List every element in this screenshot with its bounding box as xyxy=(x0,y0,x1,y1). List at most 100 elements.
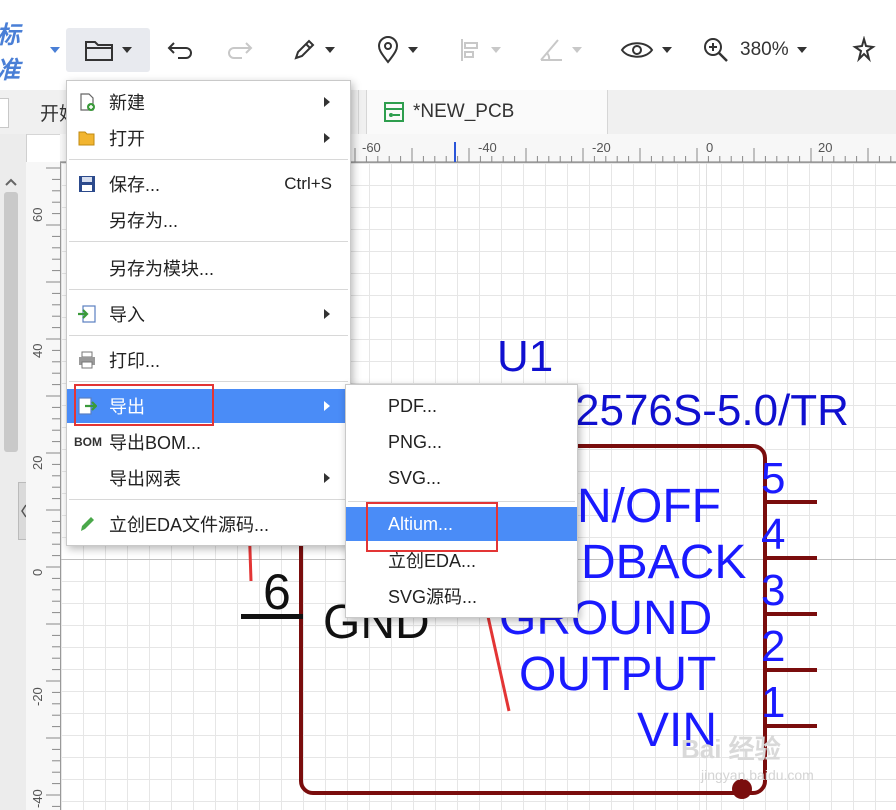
hruler-tick: -40 xyxy=(478,140,497,155)
align-button[interactable] xyxy=(452,28,508,72)
menu-item-label: 保存... xyxy=(109,175,161,195)
menu-separator xyxy=(69,381,348,382)
chevron-down-icon xyxy=(122,47,132,53)
annotation-highlight-altium xyxy=(366,502,498,552)
menu-separator xyxy=(69,159,348,160)
new-file-icon xyxy=(80,93,95,111)
menu-item-new[interactable]: 新建 xyxy=(67,85,350,119)
folder-icon xyxy=(85,41,113,61)
open-folder-icon xyxy=(78,131,95,146)
hruler-tick: 20 xyxy=(818,140,833,155)
menu-item-label: 打开 xyxy=(109,129,145,149)
export-submenu: PDF... PNG... SVG... Altium... 立创EDA... … xyxy=(345,384,578,618)
menu-item-save[interactable]: 保存... Ctrl+S xyxy=(67,167,350,201)
menu-item-label: PNG... xyxy=(388,431,443,452)
submenu-item-svg-source[interactable]: SVG源码... xyxy=(346,579,577,613)
vruler-tick: -40 xyxy=(30,789,45,808)
view-button[interactable] xyxy=(614,28,678,72)
title-partial: 标准 xyxy=(0,22,60,84)
vruler-tick: -20 xyxy=(30,687,45,706)
left-panel-strip xyxy=(0,134,30,810)
menu-item-label: 打印... xyxy=(109,351,161,371)
measure-button[interactable] xyxy=(532,28,588,72)
hruler-tick: 0 xyxy=(706,140,714,155)
vruler-tick: 20 xyxy=(30,455,45,470)
eye-icon xyxy=(620,42,654,58)
pencil-icon xyxy=(294,39,315,60)
menu-item-label: PDF... xyxy=(388,395,438,416)
scroll-up-icon[interactable] xyxy=(4,174,18,186)
location-pin-icon xyxy=(377,36,399,64)
align-left-icon xyxy=(461,39,478,61)
chevron-down-icon xyxy=(796,47,807,53)
pencil-icon xyxy=(81,517,94,531)
magic-wand-icon xyxy=(852,36,876,63)
hruler-tick: -60 xyxy=(362,140,381,155)
menu-item-open[interactable]: 打开 xyxy=(67,121,350,155)
ruler-ticks xyxy=(46,167,60,807)
vertical-scrollbar[interactable] xyxy=(4,192,18,452)
toolbar: 标准 380% xyxy=(0,0,896,91)
zoom-in-icon xyxy=(704,38,728,62)
menu-item-label: 立创EDA文件源码... xyxy=(109,515,270,535)
hruler-tick: -20 xyxy=(592,140,611,155)
tab-new-pcb[interactable]: *NEW_PCB xyxy=(366,90,608,134)
import-icon xyxy=(78,305,96,323)
submenu-arrow-icon xyxy=(324,401,330,411)
submenu-arrow-icon xyxy=(324,133,330,143)
menu-item-eda-source[interactable]: 立创EDA文件源码... xyxy=(67,507,350,541)
submenu-arrow-icon xyxy=(324,473,330,483)
menu-item-export-bom[interactable]: BOM 导出BOM... xyxy=(67,425,350,459)
menu-separator xyxy=(69,335,348,336)
chevron-down-icon xyxy=(50,47,60,53)
menu-item-label: 导入 xyxy=(109,305,145,325)
undo-icon xyxy=(167,42,192,59)
chevron-down-icon xyxy=(662,47,672,53)
menu-item-save-as-module[interactable]: 另存为模块... xyxy=(67,251,350,285)
submenu-item-png[interactable]: PNG... xyxy=(346,425,577,459)
redo-icon xyxy=(228,42,253,59)
file-menu: 新建 打开 保存... Ctrl+S 另存为... 另存为模块... 导入 打印… xyxy=(66,80,351,546)
chevron-down-icon xyxy=(572,47,582,53)
menu-separator xyxy=(69,241,348,242)
tab-scroll-left[interactable] xyxy=(0,98,9,128)
chevron-down-icon xyxy=(325,47,335,53)
redo-button[interactable] xyxy=(220,28,260,72)
bom-icon: BOM xyxy=(74,435,102,449)
menu-separator xyxy=(69,499,348,500)
submenu-item-svg[interactable]: SVG... xyxy=(346,461,577,495)
printer-icon xyxy=(79,351,95,369)
chevron-down-icon xyxy=(491,47,501,53)
menu-item-print[interactable]: 打印... xyxy=(67,343,350,377)
submenu-arrow-icon xyxy=(324,309,330,319)
page-title: 标准 xyxy=(0,15,42,85)
vruler-tick: 40 xyxy=(30,343,45,358)
chevron-down-icon xyxy=(408,47,418,53)
menu-item-label: 导出网表 xyxy=(109,469,181,489)
menu-item-save-as[interactable]: 另存为... xyxy=(67,203,350,237)
place-tool-button[interactable] xyxy=(366,28,428,72)
file-menu-button[interactable] xyxy=(66,28,150,72)
undo-button[interactable] xyxy=(160,28,200,72)
pcb-icon xyxy=(384,102,404,122)
angle-icon xyxy=(540,39,562,61)
menu-item-label: 另存为模块... xyxy=(109,259,215,279)
menu-item-label: 新建 xyxy=(109,93,145,113)
tab-label: *NEW_PCB xyxy=(413,101,515,122)
vruler-tick: 60 xyxy=(30,207,45,222)
vertical-ruler: 60 40 20 0 -20 -40 xyxy=(26,162,61,810)
menu-item-label: 另存为... xyxy=(109,211,179,231)
zoom-control[interactable]: 380% xyxy=(702,28,826,72)
menu-item-label: 导出BOM... xyxy=(109,433,202,453)
menu-item-import[interactable]: 导入 xyxy=(67,297,350,331)
menu-item-label: SVG... xyxy=(388,467,442,488)
zoom-level: 380% xyxy=(740,39,789,60)
cleanup-button[interactable] xyxy=(842,28,886,72)
shortcut-label: Ctrl+S xyxy=(284,174,332,193)
annotation-highlight-export xyxy=(74,384,214,426)
menu-item-export-netlist[interactable]: 导出网表 xyxy=(67,461,350,495)
draw-tool-button[interactable] xyxy=(280,28,346,72)
vruler-tick: 0 xyxy=(30,568,45,576)
submenu-item-pdf[interactable]: PDF... xyxy=(346,389,577,423)
menu-item-label: SVG源码... xyxy=(388,587,478,607)
